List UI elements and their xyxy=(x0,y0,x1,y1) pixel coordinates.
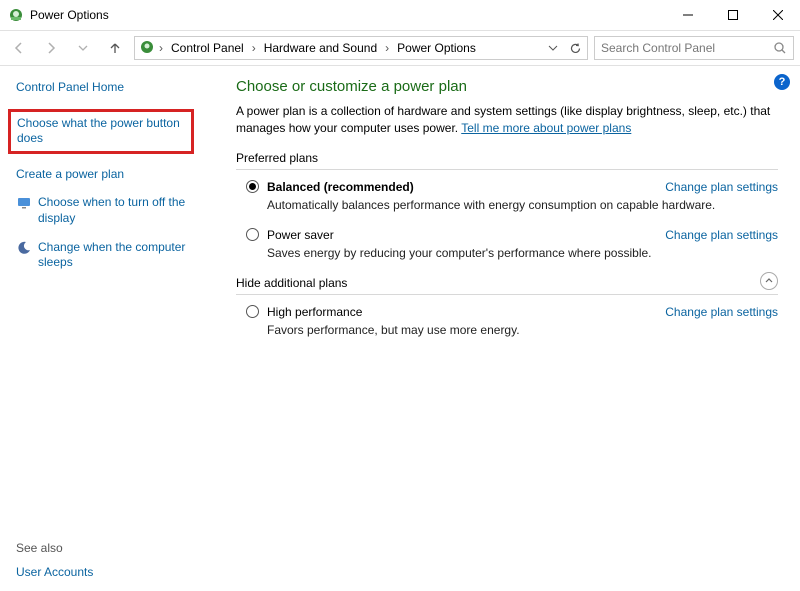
plan-name[interactable]: Balanced (recommended) xyxy=(267,180,414,194)
chevron-right-icon[interactable]: › xyxy=(250,41,258,55)
preferred-plans-header: Preferred plans xyxy=(236,151,778,170)
plan-high-performance: High performance Change plan settings Fa… xyxy=(246,305,778,337)
moon-icon xyxy=(16,240,32,256)
plan-radio-balanced[interactable] xyxy=(246,180,259,193)
search-input[interactable]: Search Control Panel xyxy=(594,36,794,60)
see-also-user-accounts[interactable]: User Accounts xyxy=(16,565,190,581)
breadcrumb-item[interactable]: Hardware and Sound xyxy=(260,39,381,57)
chevron-right-icon[interactable]: › xyxy=(383,41,391,55)
sidebar-link-create-plan[interactable]: Create a power plan xyxy=(16,167,190,183)
close-button[interactable] xyxy=(755,0,800,30)
change-plan-settings-link[interactable]: Change plan settings xyxy=(665,180,778,194)
location-icon xyxy=(139,39,155,58)
chevron-right-icon[interactable]: › xyxy=(157,41,165,55)
collapse-icon[interactable] xyxy=(760,272,778,290)
forward-button[interactable] xyxy=(38,35,64,61)
back-button[interactable] xyxy=(6,35,32,61)
up-button[interactable] xyxy=(102,35,128,61)
plan-name[interactable]: High performance xyxy=(267,305,362,319)
plan-description: Saves energy by reducing your computer's… xyxy=(267,246,778,260)
change-plan-settings-link[interactable]: Change plan settings xyxy=(665,228,778,242)
refresh-button[interactable] xyxy=(565,38,585,58)
plan-balanced: Balanced (recommended) Change plan setti… xyxy=(246,180,778,212)
sidebar-link-sleep[interactable]: Change when the computer sleeps xyxy=(38,240,190,271)
tell-me-more-link[interactable]: Tell me more about power plans xyxy=(461,121,631,135)
power-options-icon xyxy=(8,7,24,23)
sidebar-link-power-button[interactable]: Choose what the power button does xyxy=(17,116,185,147)
plan-radio-high-performance[interactable] xyxy=(246,305,259,318)
address-dropdown[interactable] xyxy=(543,38,563,58)
see-also-header: See also xyxy=(16,541,190,555)
plan-power-saver: Power saver Change plan settings Saves e… xyxy=(246,228,778,260)
address-bar[interactable]: › Control Panel › Hardware and Sound › P… xyxy=(134,36,588,60)
page-description: A power plan is a collection of hardware… xyxy=(236,103,778,137)
breadcrumb-item[interactable]: Power Options xyxy=(393,39,480,57)
plan-radio-power-saver[interactable] xyxy=(246,228,259,241)
plan-description: Automatically balances performance with … xyxy=(267,198,778,212)
change-plan-settings-link[interactable]: Change plan settings xyxy=(665,305,778,319)
recent-dropdown[interactable] xyxy=(70,35,96,61)
sidebar-link-display-off[interactable]: Choose when to turn off the display xyxy=(38,195,190,226)
minimize-button[interactable] xyxy=(665,0,710,30)
maximize-button[interactable] xyxy=(710,0,755,30)
search-icon xyxy=(773,41,787,55)
plan-description: Favors performance, but may use more ene… xyxy=(267,323,778,337)
hide-plans-label: Hide additional plans xyxy=(236,276,347,290)
hide-additional-plans-header[interactable]: Hide additional plans xyxy=(236,276,778,295)
search-placeholder: Search Control Panel xyxy=(601,41,715,55)
highlighted-link-box: Choose what the power button does xyxy=(8,109,194,154)
titlebar: Power Options xyxy=(0,0,800,30)
toolbar: › Control Panel › Hardware and Sound › P… xyxy=(0,30,800,66)
breadcrumb-item[interactable]: Control Panel xyxy=(167,39,248,57)
window-title: Power Options xyxy=(30,8,665,22)
plan-name[interactable]: Power saver xyxy=(267,228,334,242)
monitor-icon xyxy=(16,195,32,211)
page-heading: Choose or customize a power plan xyxy=(236,78,778,95)
control-panel-home-link[interactable]: Control Panel Home xyxy=(16,80,190,96)
sidebar: Control Panel Home Choose what the power… xyxy=(0,66,200,591)
main-content: Choose or customize a power plan A power… xyxy=(200,66,800,591)
